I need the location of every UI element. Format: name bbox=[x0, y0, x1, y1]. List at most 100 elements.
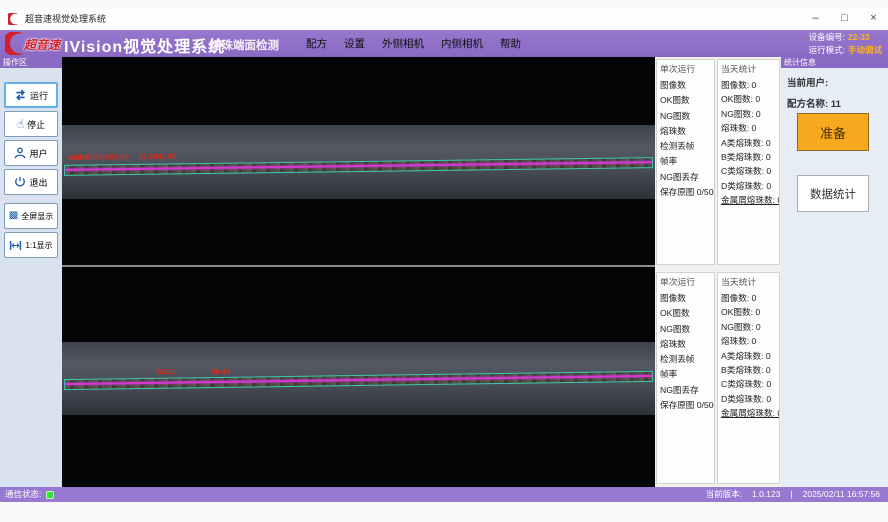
stat-row: OK图数: 0 bbox=[718, 305, 779, 319]
fullscreen-button[interactable]: ▩ 全屏显示 bbox=[4, 203, 58, 229]
single-run-caption: 单次运行 bbox=[657, 60, 714, 78]
statistics-info-panel: 统计信息 当前用户: 配方名称: 11 准备 数据统计 bbox=[781, 57, 888, 487]
app-subtitle: 熔珠端面检测 bbox=[210, 37, 279, 53]
stat-row: 熔珠数 bbox=[657, 337, 714, 352]
run-button-label: 运行 bbox=[30, 89, 48, 102]
prepare-button[interactable]: 准备 bbox=[797, 113, 869, 151]
statistics-area: 单次运行 图像数 OK图数 NG图数 熔珠数 检测丢帧 帧率 NG图丢存 保存原… bbox=[655, 57, 781, 487]
run-mode-value: 手动调试 bbox=[848, 45, 882, 55]
stat-row: 熔珠数 bbox=[657, 124, 714, 139]
exit-button[interactable]: 退出 bbox=[4, 169, 58, 195]
one-to-one-icon bbox=[9, 240, 22, 251]
status-bar: 通信状态: 当前版本: 1.0.123 | 2025/02/11 16:57:5… bbox=[0, 487, 888, 502]
user-button[interactable]: 用户 bbox=[4, 140, 58, 166]
brand-logo-text: 超音速 bbox=[24, 36, 60, 53]
stat-row: 检测丢帧 bbox=[657, 139, 714, 154]
fullscreen-button-label: 全屏显示 bbox=[21, 211, 53, 222]
device-info: 设备编号:22-33 运行模式:手动调试 bbox=[809, 31, 882, 56]
stat-row: D类熔珠数: 0 bbox=[718, 179, 779, 193]
run-button[interactable]: 运行 bbox=[4, 82, 58, 108]
menu-help[interactable]: 帮助 bbox=[500, 36, 521, 51]
main-area: 操作区 运行 ☝ 停止 用户 退出 bbox=[0, 57, 888, 487]
data-statistics-button[interactable]: 数据统计 bbox=[797, 175, 869, 212]
annotation-text: 440RB539.5X1.69 bbox=[67, 152, 129, 162]
stats-panel-bottom: 单次运行 图像数 OK图数 NG图数 熔珠数 检测丢帧 帧率 NG图丢存 保存原… bbox=[655, 272, 781, 484]
window-controls: – □ × bbox=[801, 8, 888, 30]
recipe-name-label: 配方名称: bbox=[787, 99, 828, 110]
measurement-annotations: 440RB539.5X1.69 31.5341.49 bbox=[67, 152, 176, 162]
single-run-group: 单次运行 图像数 OK图数 NG图数 熔珠数 检测丢帧 帧率 NG图丢存 保存原… bbox=[656, 272, 715, 484]
run-mode-label: 运行模式: bbox=[809, 45, 845, 55]
stat-row: 熔珠数: 0 bbox=[718, 121, 779, 135]
stop-button-label: 停止 bbox=[27, 118, 45, 131]
menu-settings[interactable]: 设置 bbox=[344, 36, 365, 51]
device-number-value: 22-33 bbox=[848, 32, 870, 42]
app-header: 超音速 IVision视觉处理系统 熔珠端面检测 配方 设置 外侧相机 内侧相机… bbox=[0, 30, 888, 57]
version-info: 当前版本: 1.0.123 | 2025/02/11 16:57:56 bbox=[706, 487, 880, 502]
stat-row: 保存原图 0/500 bbox=[657, 398, 714, 413]
stat-row: 保存原图 0/500 bbox=[657, 185, 714, 200]
stat-row: OK图数 bbox=[657, 306, 714, 321]
stat-row: NG图数 bbox=[657, 109, 714, 124]
user-icon bbox=[14, 147, 26, 159]
stat-row: D类熔珠数: 0 bbox=[718, 392, 779, 406]
run-cycle-icon bbox=[14, 89, 27, 101]
app-window: 超音速视觉处理系统 – □ × 超音速 IVision视觉处理系统 熔珠端面检测… bbox=[0, 0, 888, 522]
maximize-button[interactable]: □ bbox=[830, 8, 859, 30]
stat-row: NG图数: 0 bbox=[718, 107, 779, 121]
comm-status-label: 通信状态: bbox=[5, 487, 41, 502]
window-title: 超音速视觉处理系统 bbox=[25, 8, 106, 30]
annotation-text: 31.5341.49 bbox=[139, 152, 177, 161]
stat-row: A类熔珠数: 0 bbox=[718, 349, 779, 363]
recipe-name-line: 配方名称: 11 bbox=[781, 96, 888, 110]
today-stats-group: 当天统计 图像数: 0 OK图数: 0 NG图数: 0 熔珠数: 0 A类熔珠数… bbox=[717, 272, 780, 484]
power-icon bbox=[14, 176, 26, 188]
stat-row: 熔珠数: 0 bbox=[718, 334, 779, 348]
operation-sidebar: 操作区 运行 ☝ 停止 用户 退出 bbox=[0, 57, 62, 487]
stat-row: NG图数 bbox=[657, 322, 714, 337]
single-run-caption: 单次运行 bbox=[657, 273, 714, 291]
stat-row: 金属屑熔珠数: 0 bbox=[718, 406, 779, 420]
stat-row: 检测丢帧 bbox=[657, 352, 714, 367]
stat-row: 图像数 bbox=[657, 291, 714, 306]
stat-row: 图像数: 0 bbox=[718, 291, 779, 305]
stat-row: OK图数: 0 bbox=[718, 92, 779, 106]
stop-button[interactable]: ☝ 停止 bbox=[4, 111, 58, 137]
device-number-label: 设备编号: bbox=[809, 32, 845, 42]
fullscreen-grid-icon: ▩ bbox=[9, 210, 18, 222]
recipe-name-value: 11 bbox=[831, 99, 841, 110]
stat-row: C类熔珠数: 0 bbox=[718, 377, 779, 391]
app-title: IVision视觉处理系统 bbox=[64, 33, 225, 57]
stat-row: B类熔珠数: 0 bbox=[718, 150, 779, 164]
menu-outer-camera[interactable]: 外侧相机 bbox=[382, 36, 424, 51]
current-user-line: 当前用户: bbox=[781, 75, 888, 89]
stat-row: NG图数: 0 bbox=[718, 320, 779, 334]
stats-panel-top: 单次运行 图像数 OK图数 NG图数 熔珠数 检测丢帧 帧率 NG图丢存 保存原… bbox=[655, 59, 781, 265]
minimize-button[interactable]: – bbox=[801, 8, 830, 30]
stat-row: 金属屑熔珠数: 0 bbox=[718, 193, 779, 207]
annotation-text: 53.11 bbox=[157, 367, 175, 376]
camera-view-outer[interactable]: 440RB539.5X1.69 31.5341.49 bbox=[62, 57, 655, 265]
one-to-one-button-label: 1:1显示 bbox=[25, 240, 52, 251]
stat-row: A类熔珠数: 0 bbox=[718, 136, 779, 150]
single-run-group: 单次运行 图像数 OK图数 NG图数 熔珠数 检测丢帧 帧率 NG图丢存 保存原… bbox=[656, 59, 715, 265]
today-stats-caption: 当天统计 bbox=[718, 273, 779, 291]
version-label: 当前版本: bbox=[706, 487, 742, 502]
stat-row: NG图丢存 bbox=[657, 170, 714, 185]
menu-bar: 配方 设置 外侧相机 内侧相机 帮助 bbox=[306, 30, 521, 57]
stat-row: B类熔珠数: 0 bbox=[718, 363, 779, 377]
stat-row: 图像数 bbox=[657, 78, 714, 93]
stop-hand-icon: ☝ bbox=[17, 118, 24, 130]
comm-status: 通信状态: bbox=[5, 487, 54, 502]
stat-row: 帧率 bbox=[657, 154, 714, 169]
stat-row: OK图数 bbox=[657, 93, 714, 108]
info-panel-caption: 统计信息 bbox=[781, 57, 888, 68]
close-button[interactable]: × bbox=[859, 8, 888, 30]
comm-status-indicator bbox=[46, 491, 54, 499]
camera-view-inner[interactable]: 53.11 56.43 bbox=[62, 267, 655, 487]
sidebar-caption: 操作区 bbox=[0, 57, 62, 68]
menu-inner-camera[interactable]: 内侧相机 bbox=[441, 36, 483, 51]
menu-recipe[interactable]: 配方 bbox=[306, 36, 327, 51]
exit-button-label: 退出 bbox=[29, 176, 47, 189]
one-to-one-button[interactable]: 1:1显示 bbox=[4, 232, 58, 258]
